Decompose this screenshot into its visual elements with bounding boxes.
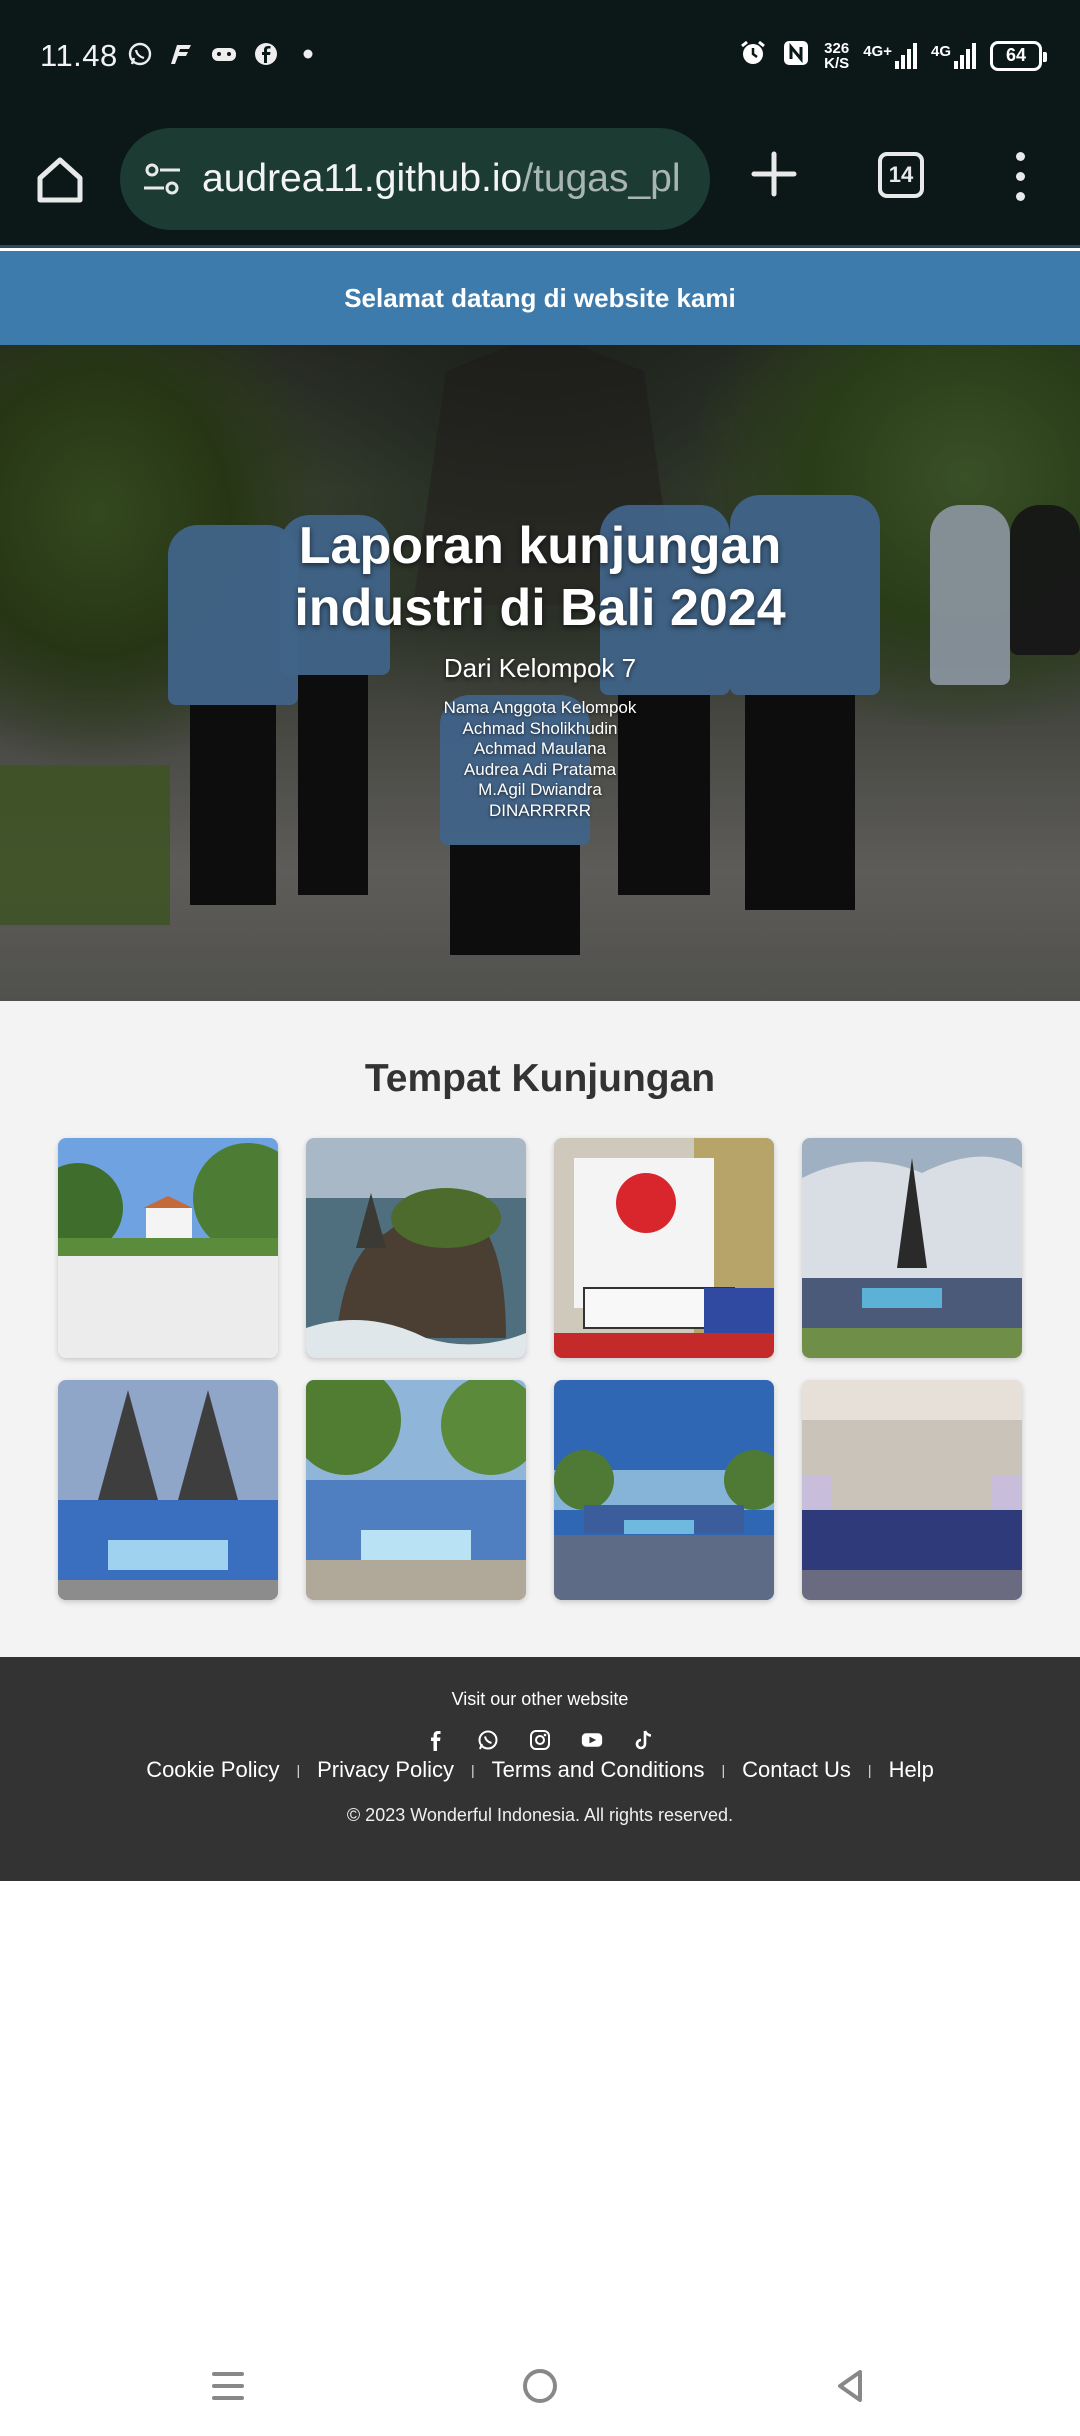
network-type-2: 4G <box>930 42 951 60</box>
hero-subtitle: Dari Kelompok 7 <box>443 653 637 683</box>
signal-sim1: 4G+ <box>863 42 917 69</box>
home-button[interactable] <box>30 150 90 210</box>
new-tab-button[interactable] <box>746 146 802 202</box>
gallery-card[interactable] <box>306 1380 526 1600</box>
menu-lines-icon <box>212 2372 244 2400</box>
facebook-icon[interactable] <box>425 1729 447 1751</box>
member-name: DINARRRRR <box>489 800 591 820</box>
menu-dot <box>1015 191 1025 201</box>
status-time: 11.48 <box>40 38 118 73</box>
section-title: Tempat Kunjungan <box>364 1057 716 1100</box>
gallery-card[interactable] <box>554 1138 774 1358</box>
alarm-icon <box>738 38 768 73</box>
place-photo <box>554 1138 774 1358</box>
hero-content: Laporan kunjungan industri di Bali 2024 … <box>0 515 1080 821</box>
signal-bars-icon <box>954 42 976 69</box>
menu-dot <box>1015 171 1025 181</box>
status-bar: 11.48 326 K/S 4G+ 4G 64 <box>0 0 1080 116</box>
system-navigation-bar <box>0 2330 1080 2436</box>
menu-dot <box>1015 151 1025 161</box>
status-indicators: 326 K/S 4G+ 4G 64 <box>738 38 1047 73</box>
browser-toolbar: audrea11.github.io/tugas_pl 14 <box>0 116 1080 248</box>
game-controller-icon <box>210 40 238 68</box>
back-triangle-icon <box>838 2370 862 2402</box>
url-host: audrea11.github.io <box>202 157 523 200</box>
network-speed-unit: K/S <box>824 54 850 72</box>
signal-sim2: 4G <box>930 42 976 69</box>
tiktok-icon[interactable] <box>633 1729 655 1751</box>
gallery-card[interactable] <box>554 1380 774 1600</box>
home-nav-button[interactable] <box>510 2356 570 2416</box>
terms-link[interactable]: Terms and Conditions <box>492 1757 705 1783</box>
recent-apps-button[interactable] <box>198 2356 258 2416</box>
link-separator: | <box>721 1762 726 1778</box>
youtube-icon[interactable] <box>581 1729 603 1751</box>
member-name: Achmad Maulana <box>473 739 607 758</box>
gallery-card[interactable] <box>802 1138 1022 1358</box>
plus-icon <box>751 151 797 197</box>
more-menu-button[interactable] <box>1008 146 1032 206</box>
gallery-card[interactable] <box>306 1138 526 1358</box>
gallery-card[interactable] <box>58 1380 278 1600</box>
home-icon <box>37 157 83 203</box>
link-separator: | <box>867 1762 872 1778</box>
member-name: Achmad Sholikhudin <box>462 718 618 738</box>
dot-icon <box>294 40 322 68</box>
member-name: M.Agil Dwiandra <box>478 780 602 799</box>
member-name: Audrea Adi Pratama <box>463 759 617 779</box>
url-text[interactable]: audrea11.github.io/tugas_pl <box>202 157 681 201</box>
url-path: /tugas_pl <box>522 157 681 200</box>
social-links <box>0 1729 1080 1751</box>
address-bar[interactable]: audrea11.github.io/tugas_pl <box>120 128 710 230</box>
contact-us-link[interactable]: Contact Us <box>742 1757 851 1783</box>
link-separator: | <box>471 1762 475 1778</box>
facebook-icon <box>252 40 280 68</box>
footer: Visit our other website Cookie Policy | … <box>0 1657 1080 1881</box>
link-separator: | <box>296 1762 301 1778</box>
network-speed-value: 326 <box>824 39 850 57</box>
whatsapp-icon[interactable] <box>477 1729 499 1751</box>
battery-indicator: 64 <box>990 40 1047 71</box>
member-list: Nama Anggota Kelompok Achmad Sholikhudin… <box>0 698 1080 821</box>
gallery-card[interactable] <box>802 1380 1022 1600</box>
place-photo <box>58 1138 278 1358</box>
notification-icons <box>126 40 322 68</box>
hero-title: Laporan kunjungan industri di Bali 2024 <box>0 515 1080 639</box>
hero-title-line: industri di Bali 2024 <box>294 579 786 637</box>
gallery-card[interactable] <box>58 1138 278 1358</box>
circle-home-icon <box>523 2369 557 2403</box>
place-photo <box>554 1380 774 1600</box>
footer-visit-text: Visit our other website <box>451 1689 629 1709</box>
help-link[interactable]: Help <box>889 1757 934 1783</box>
place-photo <box>306 1380 526 1600</box>
place-photo <box>58 1380 278 1600</box>
flash-app-icon <box>168 40 196 68</box>
place-photo <box>306 1138 526 1358</box>
instagram-icon[interactable] <box>529 1729 551 1751</box>
back-nav-button[interactable] <box>820 2356 880 2416</box>
places-gallery <box>58 1138 1024 1600</box>
hero-title-line: Laporan kunjungan <box>298 517 782 575</box>
places-section: Tempat Kunjungan <box>0 1001 1080 1657</box>
site-settings-icon[interactable] <box>140 157 184 201</box>
signal-bars-icon <box>894 42 917 69</box>
cookie-policy-link[interactable]: Cookie Policy <box>146 1757 279 1783</box>
hero-section: Laporan kunjungan industri di Bali 2024 … <box>0 345 1080 1001</box>
tab-switcher-button[interactable]: 14 <box>878 152 924 198</box>
welcome-banner: Selamat datang di website kami <box>0 251 1080 345</box>
whatsapp-icon <box>126 40 154 68</box>
network-type-1: 4G+ <box>863 42 892 60</box>
network-speed: 326 K/S <box>824 41 849 71</box>
footer-links: Cookie Policy | Privacy Policy | Terms a… <box>0 1757 1080 1783</box>
nfc-icon <box>782 39 810 72</box>
privacy-policy-link[interactable]: Privacy Policy <box>317 1757 454 1783</box>
copyright-text: © 2023 Wonderful Indonesia. All rights r… <box>346 1805 734 1825</box>
place-photo <box>802 1380 1022 1600</box>
place-photo <box>802 1138 1022 1358</box>
member-list-heading: Nama Anggota Kelompok <box>443 698 637 717</box>
